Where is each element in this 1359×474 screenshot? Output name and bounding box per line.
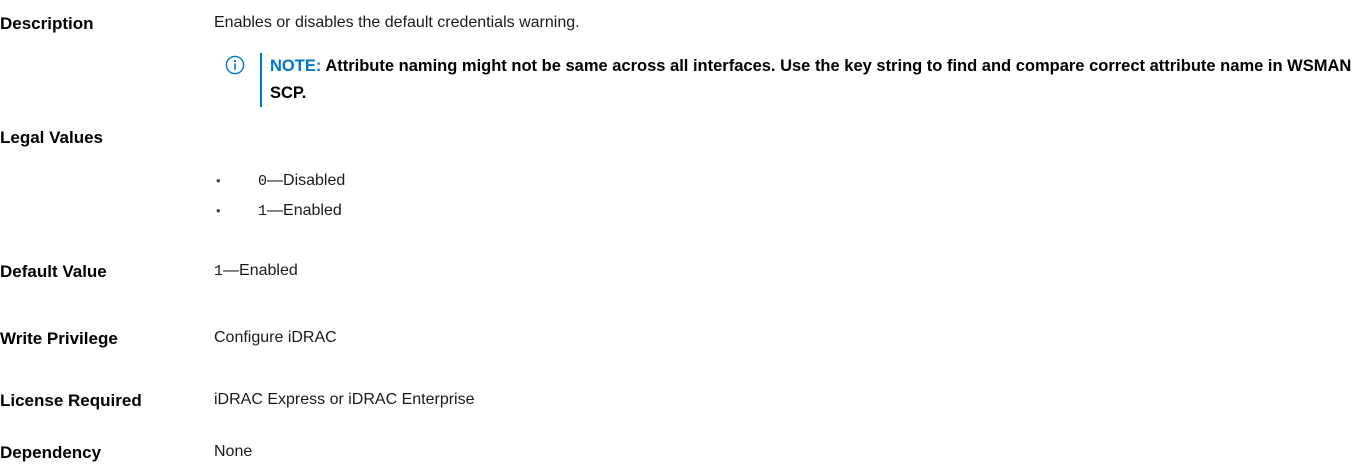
default-value-code: 1: [214, 263, 224, 280]
dependency-label: Dependency: [0, 443, 102, 462]
legal-values-list: • 0—Disabled • 1—Enabled: [214, 166, 345, 226]
legal-value-item: • 1—Enabled: [214, 196, 345, 226]
legal-value-sep: —: [267, 202, 284, 219]
description-value: Enables or disables the default credenti…: [214, 14, 580, 31]
legal-value-code: 1: [258, 203, 268, 220]
legal-values-label: Legal Values: [0, 128, 103, 147]
legal-value-sep: —: [267, 172, 284, 189]
default-value-sep: —: [223, 262, 240, 279]
bullet-icon: •: [216, 203, 221, 218]
default-value-label: Default Value: [0, 262, 107, 281]
default-value-value: 1—Enabled: [214, 262, 298, 280]
legal-value-text: Enabled: [283, 202, 342, 219]
write-privilege-value: Configure iDRAC: [214, 329, 337, 346]
info-circle-icon: [225, 55, 245, 75]
license-required-value: iDRAC Express or iDRAC Enterprise: [214, 391, 475, 408]
note-body: Attribute naming might not be same acros…: [270, 57, 1352, 102]
dependency-value: None: [214, 443, 253, 460]
note-divider: [260, 53, 262, 107]
legal-value-item: • 0—Disabled: [214, 166, 345, 196]
note-text: NOTE: Attribute naming might not be same…: [270, 53, 1355, 107]
legal-value-text: Disabled: [283, 172, 346, 189]
note-prefix: NOTE:: [270, 57, 322, 75]
description-label: Description: [0, 14, 94, 33]
license-required-label: License Required: [0, 391, 142, 410]
write-privilege-label: Write Privilege: [0, 329, 118, 348]
bullet-icon: •: [216, 173, 221, 188]
default-value-text: Enabled: [239, 262, 298, 279]
legal-value-code: 0: [258, 173, 268, 190]
